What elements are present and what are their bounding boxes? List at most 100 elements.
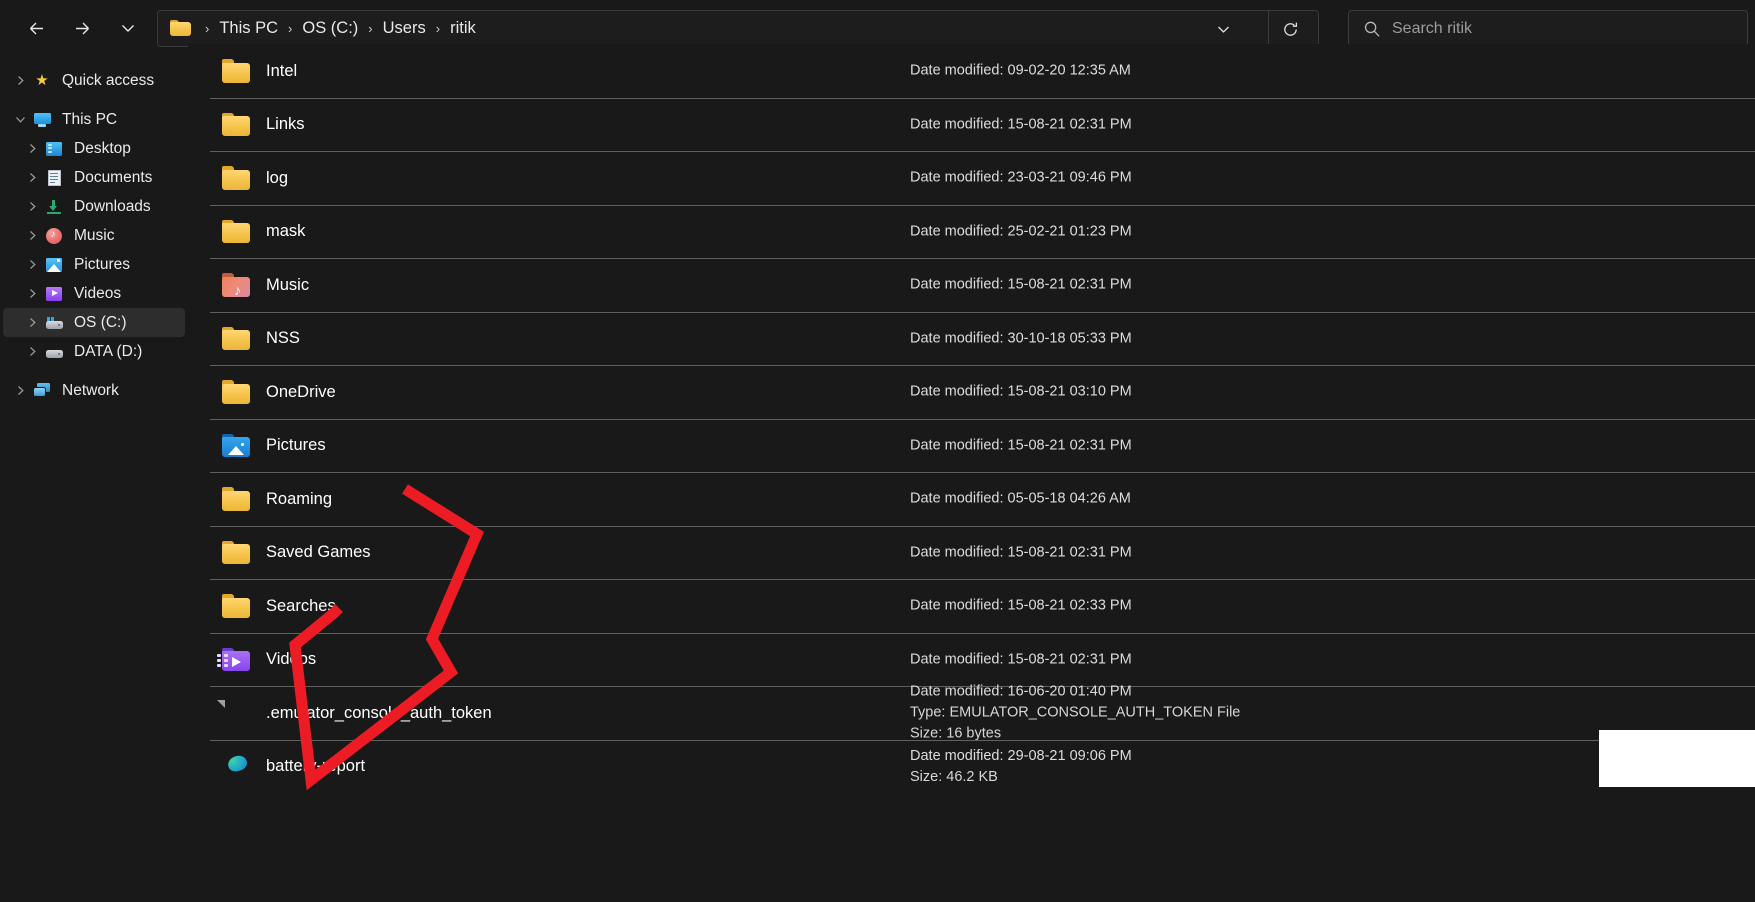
sidebar-item-pictures[interactable]: Pictures xyxy=(3,250,185,279)
chevron-right-icon[interactable] xyxy=(21,229,43,242)
breadcrumb-separator: › xyxy=(205,21,210,36)
table-row[interactable]: Videos Date modified: 15-08-21 02:31 PM xyxy=(210,632,1755,687)
table-row[interactable]: log Date modified: 23-03-21 09:46 PM xyxy=(210,151,1755,205)
row-date-modified: Date modified: 16-06-20 01:40 PM xyxy=(910,683,1132,700)
row-file-name: Videos xyxy=(266,650,317,669)
table-row[interactable]: Intel Date modified: 09-02-20 12:35 AM xyxy=(210,44,1755,98)
address-bar[interactable]: › This PC › OS (C:) › Users › ritik xyxy=(157,10,1319,48)
table-row[interactable]: NSS Date modified: 30-10-18 05:33 PM xyxy=(210,311,1755,366)
row-date-modified: Date modified: 30-10-18 05:33 PM xyxy=(910,330,1132,347)
search-box[interactable] xyxy=(1348,10,1748,47)
folder-icon xyxy=(222,163,252,193)
row-file-name: Music xyxy=(266,275,310,294)
table-row[interactable]: Links Date modified: 15-08-21 02:31 PM xyxy=(210,97,1755,152)
row-details: Date modified: 16-06-20 01:40 PM Type: EM… xyxy=(910,682,1240,745)
row-date-modified: Date modified: 15-08-21 02:31 PM xyxy=(910,276,1132,293)
table-row[interactable]: mask Date modified: 25-02-21 01:23 PM xyxy=(210,204,1755,259)
folder-icon xyxy=(222,56,252,86)
chevron-right-icon[interactable] xyxy=(21,287,43,300)
sidebar-item-this-pc[interactable]: This PC xyxy=(3,105,185,134)
folder-icon xyxy=(222,377,252,407)
refresh-icon[interactable] xyxy=(1268,11,1312,48)
row-file-name: Links xyxy=(266,115,305,134)
row-date-modified: Date modified: 05-05-18 04:26 AM xyxy=(910,490,1131,507)
row-details: Date modified: 15-08-21 02:31 PM xyxy=(910,114,1132,135)
sidebar-item-os-c[interactable]: OS (C:) xyxy=(3,308,185,337)
table-row[interactable]: OneDrive Date modified: 15-08-21 03:10 PM xyxy=(210,365,1755,419)
recent-locations-button[interactable] xyxy=(108,8,148,48)
file-list: Intel Date modified: 09-02-20 12:35 AM Lin… xyxy=(188,44,1755,902)
row-details: Date modified: 05-05-18 04:26 AM xyxy=(910,489,1131,510)
chevron-right-icon[interactable] xyxy=(9,384,31,397)
drive-icon xyxy=(43,342,65,362)
chevron-right-icon[interactable] xyxy=(21,171,43,184)
sidebar-item-videos[interactable]: Videos xyxy=(3,279,185,308)
breadcrumb-separator: › xyxy=(435,21,441,36)
breadcrumb-item-users[interactable]: Users xyxy=(380,17,429,40)
sidebar-item-documents[interactable]: Documents xyxy=(3,163,185,192)
chevron-right-icon[interactable] xyxy=(21,345,43,358)
row-details: Date modified: 15-08-21 02:33 PM xyxy=(910,596,1132,617)
table-row[interactable]: ♪ Music Date modified: 15-08-21 02:31 PM xyxy=(210,258,1755,312)
row-type: Type: EMULATOR_CONSOLE_AUTH_TOKEN File xyxy=(910,704,1241,721)
row-date-modified: Date modified: 15-08-21 02:33 PM xyxy=(910,597,1132,614)
folder-icon xyxy=(222,217,252,247)
row-file-name: OneDrive xyxy=(266,382,336,401)
chevron-down-icon[interactable] xyxy=(1206,11,1240,48)
sidebar-item-label: Quick access xyxy=(62,71,155,89)
row-date-modified: Date modified: 15-08-21 02:31 PM xyxy=(910,437,1132,454)
back-button[interactable] xyxy=(16,8,56,48)
table-row[interactable]: battery-report Date modified: 29-08-21 09… xyxy=(210,739,1755,794)
row-details: Date modified: 29-08-21 09:06 PM Size: 46… xyxy=(910,746,1132,788)
sidebar-item-downloads[interactable]: Downloads xyxy=(3,192,185,221)
row-file-name: Searches xyxy=(266,596,336,615)
row-date-modified: Date modified: 15-08-21 02:31 PM xyxy=(910,544,1132,561)
sidebar-item-label: Music xyxy=(74,226,115,244)
chevron-down-icon[interactable] xyxy=(9,113,31,126)
sidebar-item-network[interactable]: Network xyxy=(3,376,185,405)
row-details: Date modified: 15-08-21 02:31 PM xyxy=(910,649,1132,670)
table-row[interactable]: Roaming Date modified: 05-05-18 04:26 AM xyxy=(210,472,1755,526)
sidebar-item-label: Downloads xyxy=(74,197,151,215)
breadcrumb-separator: › xyxy=(368,21,373,36)
row-date-modified: Date modified: 29-08-21 09:06 PM xyxy=(910,747,1132,764)
sidebar-item-music[interactable]: ♪ Music xyxy=(3,221,185,250)
row-details: Date modified: 25-02-21 01:23 PM xyxy=(910,221,1132,242)
chevron-right-icon[interactable] xyxy=(21,200,43,213)
table-row[interactable]: Saved Games Date modified: 15-08-21 02:31… xyxy=(210,525,1755,580)
folder-icon xyxy=(222,591,252,621)
table-row[interactable]: Searches Date modified: 15-08-21 02:33 PM xyxy=(210,579,1755,633)
row-file-name: Roaming xyxy=(266,489,333,508)
computer-icon xyxy=(31,110,53,130)
music-icon: ♪ xyxy=(43,226,65,246)
forward-button[interactable] xyxy=(62,8,102,48)
row-details: Date modified: 30-10-18 05:33 PM xyxy=(910,328,1132,349)
row-date-modified: Date modified: 15-08-21 02:31 PM xyxy=(910,651,1132,668)
row-date-modified: Date modified: 15-08-21 03:10 PM xyxy=(910,383,1132,400)
breadcrumb-separator: › xyxy=(288,21,293,36)
chevron-right-icon[interactable] xyxy=(9,74,31,87)
sidebar-item-label: OS (C:) xyxy=(74,313,127,331)
search-input[interactable] xyxy=(1392,19,1692,38)
chevron-right-icon[interactable] xyxy=(21,316,43,329)
network-icon xyxy=(31,381,53,401)
table-row[interactable]: .emulator_console_auth_token Date modifie… xyxy=(210,684,1755,742)
row-file-name: Saved Games xyxy=(266,543,371,562)
breadcrumb-item-os-c[interactable]: OS (C:) xyxy=(299,17,361,40)
chevron-right-icon[interactable] xyxy=(21,258,43,271)
screenshot-artifact xyxy=(1599,730,1755,787)
sidebar-item-label: Documents xyxy=(74,168,153,186)
search-icon xyxy=(1363,20,1381,38)
sidebar-item-desktop[interactable]: Desktop xyxy=(3,134,185,163)
breadcrumb-item-ritik[interactable]: ritik xyxy=(447,17,479,40)
sidebar-item-quick-access[interactable]: ★ Quick access xyxy=(3,66,185,95)
pictures-icon xyxy=(43,255,65,275)
sidebar-item-data-d[interactable]: DATA (D:) xyxy=(3,337,185,366)
table-row[interactable]: Pictures Date modified: 15-08-21 02:31 PM xyxy=(210,418,1755,473)
sidebar-item-label: Network xyxy=(62,381,119,399)
sidebar-item-label: Videos xyxy=(74,284,122,302)
breadcrumb-item-this-pc[interactable]: This PC xyxy=(216,17,281,40)
row-date-modified: Date modified: 15-08-21 02:31 PM xyxy=(910,116,1132,133)
chevron-right-icon[interactable] xyxy=(21,142,43,155)
videos-folder-icon xyxy=(217,645,252,675)
